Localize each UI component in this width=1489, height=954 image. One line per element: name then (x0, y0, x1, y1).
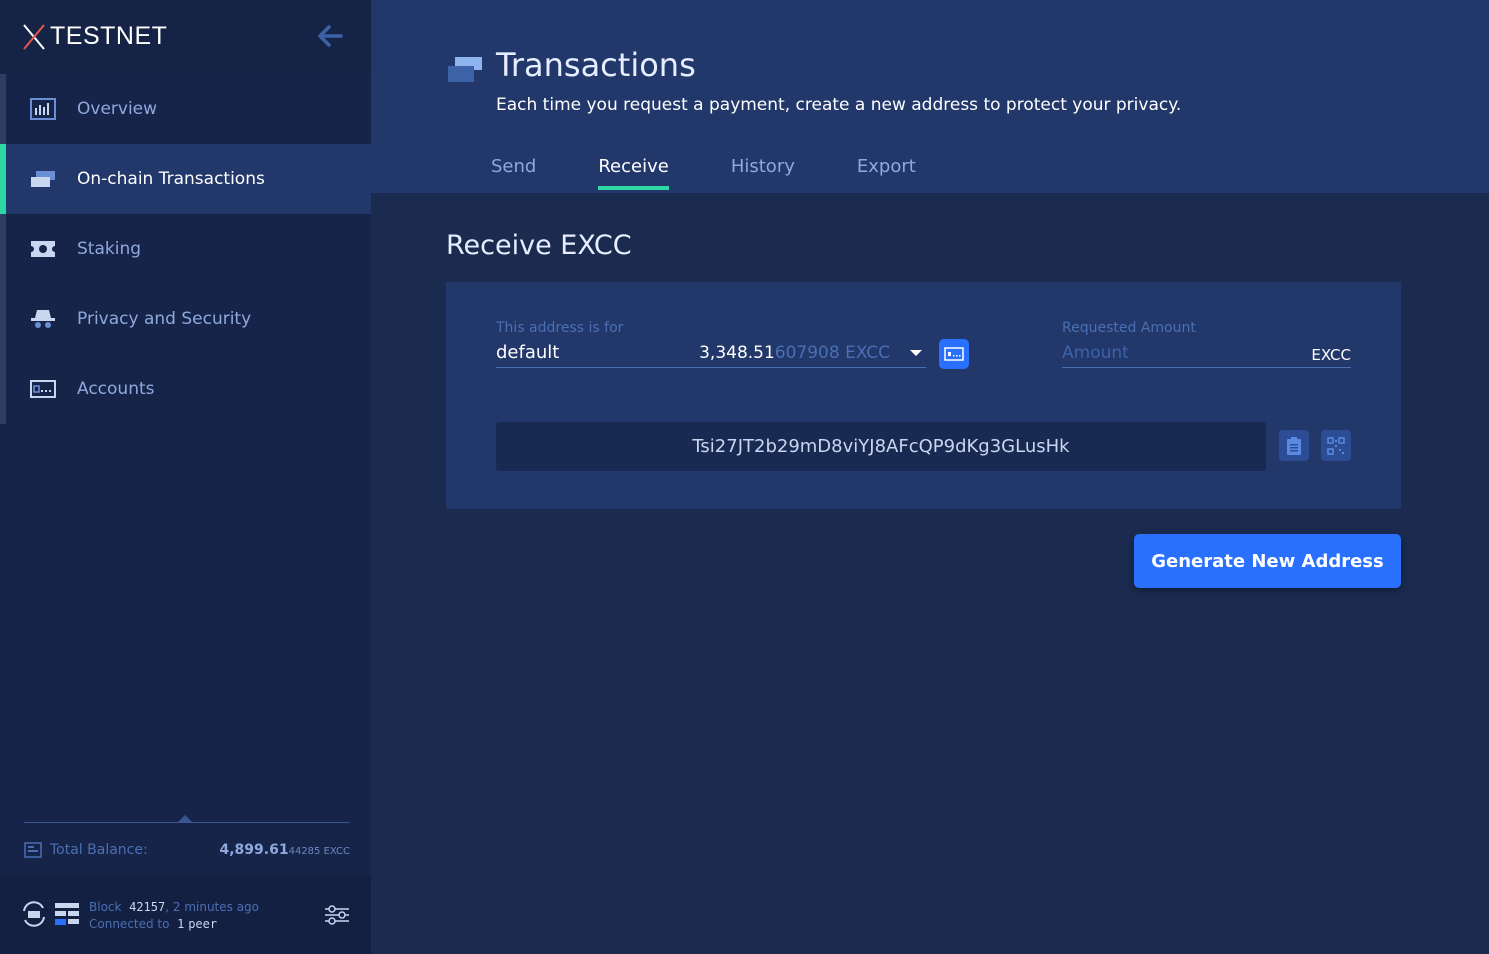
requested-amount-field: EXCC (1062, 338, 1351, 368)
amount-input[interactable] (1062, 340, 1292, 366)
amount-unit: EXCC (1311, 346, 1351, 364)
balance-icon (24, 842, 42, 858)
peer-count: 1 (177, 917, 185, 931)
page-subtitle: Each time you request a payment, create … (496, 95, 1182, 115)
app-logo: TESTNET (22, 22, 167, 51)
logo-row: TESTNET (0, 0, 371, 73)
blocks-icon (55, 903, 79, 925)
nav-accent-bar (0, 354, 6, 424)
transaction-tabs: Send Receive History Export (491, 156, 978, 190)
nav-accent-bar (0, 144, 6, 214)
overview-chart-icon (28, 97, 58, 121)
connected-label: Connected to (89, 917, 170, 931)
peer-status: Connected to 1 peer (89, 916, 259, 933)
sidebar-item-overview[interactable]: Overview (0, 74, 371, 144)
receive-card: This address is for default 3,348.516079… (446, 282, 1401, 509)
status-icons (20, 900, 82, 928)
ticket-icon (28, 237, 58, 261)
total-balance-main: 4,899.61 (219, 842, 289, 858)
arrow-left-icon (318, 25, 343, 47)
nav-accent-bar (0, 74, 6, 144)
transactions-icon (28, 167, 58, 191)
balance-divider (24, 822, 350, 823)
spy-hat-icon (28, 307, 58, 331)
copy-address-button[interactable] (1279, 430, 1309, 461)
peer-label: peer (188, 917, 218, 931)
block-label: Block (89, 900, 122, 914)
sidebar-item-label: Overview (77, 99, 158, 119)
account-balance-main: 3,348.51 (699, 343, 775, 363)
block-number: 42157 (129, 900, 166, 914)
tab-export[interactable]: Export (857, 156, 916, 190)
receive-address[interactable]: Tsi27JT2b29mD8viYJ8AFcQP9dKg3GLusHk (496, 422, 1266, 471)
account-balance-dim: 607908 EXCC (774, 343, 890, 363)
transactions-header-icon (447, 55, 483, 89)
page-title: Transactions (496, 46, 696, 84)
generate-new-address-button[interactable]: Generate New Address (1134, 534, 1401, 588)
account-select[interactable]: default 3,348.51607908 EXCC (496, 338, 926, 368)
balance-expand-caret[interactable] (178, 815, 192, 822)
receive-section-title: Receive EXCC (446, 230, 632, 261)
sidebar-item-label: Staking (77, 239, 142, 259)
sidebar-item-accounts[interactable]: Accounts (0, 354, 371, 424)
sidebar-item-label: Accounts (77, 379, 155, 399)
tab-history[interactable]: History (731, 156, 795, 190)
account-card-icon (944, 347, 964, 361)
accounts-card-icon (28, 377, 58, 401)
sidebar-item-label: Privacy and Security (77, 309, 252, 329)
status-text: Block 42157, 2 minutes ago Connected to … (89, 899, 259, 933)
clipboard-icon (1287, 436, 1301, 455)
account-details-button[interactable] (939, 339, 969, 369)
tab-send[interactable]: Send (491, 156, 536, 190)
amount-field-label: Requested Amount (1062, 320, 1196, 336)
sidebar-nav: Overview On-chain Transactions Staking P… (0, 74, 371, 424)
chevron-down-icon (910, 350, 922, 356)
tab-receive[interactable]: Receive (598, 156, 670, 190)
collapse-sidebar-button[interactable] (314, 22, 346, 50)
settings-sliders-button[interactable] (323, 902, 351, 928)
sidebar: TESTNET Overview On-chain Transactions S… (0, 0, 371, 954)
sidebar-item-on-chain-transactions[interactable]: On-chain Transactions (0, 144, 371, 214)
sidebar-item-staking[interactable]: Staking (0, 214, 371, 284)
qr-code-icon (1327, 436, 1345, 455)
logo-text: TESTNET (50, 22, 168, 50)
account-name: default (496, 342, 560, 363)
sliders-icon (325, 905, 349, 925)
nav-accent-bar (0, 214, 6, 284)
page-header: Transactions Each time you request a pay… (371, 0, 1489, 193)
sidebar-item-label: On-chain Transactions (77, 169, 265, 189)
sync-icon (23, 901, 45, 927)
qr-code-button[interactable] (1321, 430, 1351, 461)
status-bar: Block 42157, 2 minutes ago Connected to … (0, 876, 371, 954)
nav-accent-bar (0, 284, 6, 354)
block-status: Block 42157, 2 minutes ago (89, 899, 259, 916)
total-balance-label: Total Balance: (50, 842, 148, 858)
total-balance: Total Balance: 4,899.6144285 EXCC (24, 838, 350, 862)
total-balance-small: 44285 EXCC (288, 846, 350, 857)
block-time: , 2 minutes ago (165, 900, 260, 914)
decred-x-logo-icon (23, 23, 45, 50)
total-balance-value: 4,899.6144285 EXCC (220, 842, 351, 858)
account-balance: 3,348.51607908 EXCC (699, 343, 890, 363)
account-field-label: This address is for (496, 320, 624, 336)
sidebar-item-privacy-and-security[interactable]: Privacy and Security (0, 284, 371, 354)
